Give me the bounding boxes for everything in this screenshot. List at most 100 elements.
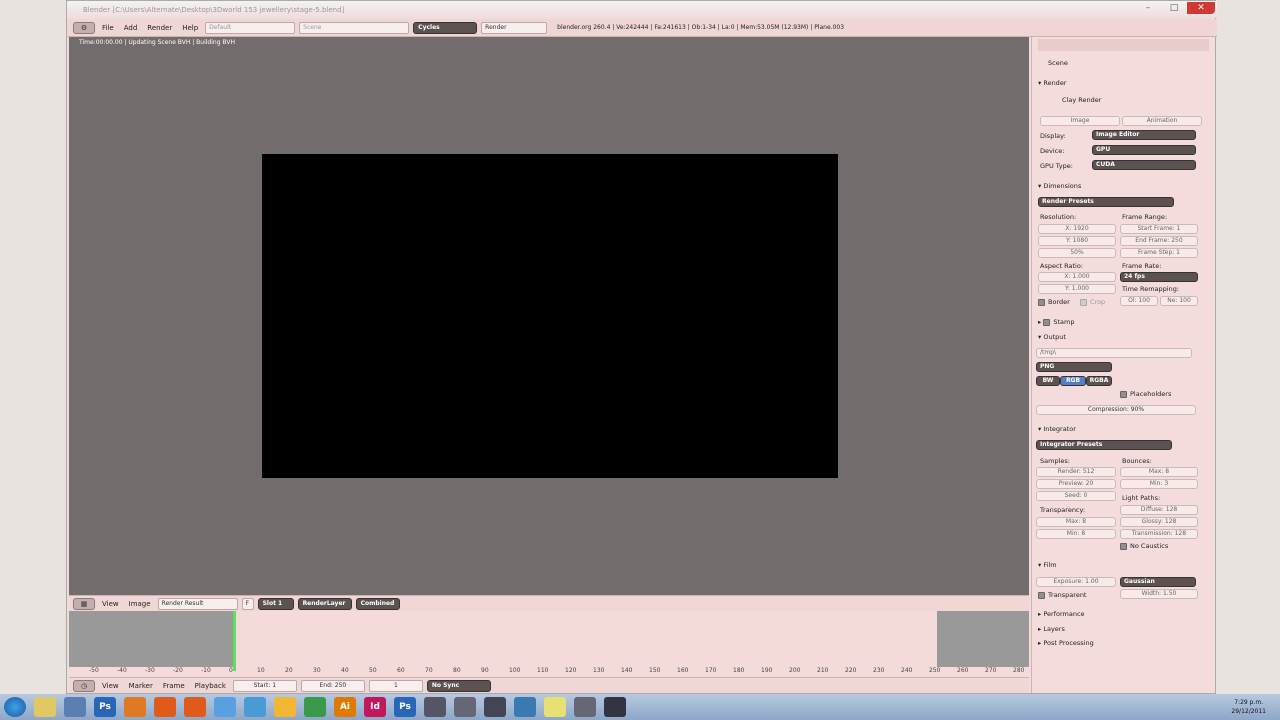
sync-dropdown[interactable]: No Sync (426, 679, 491, 692)
rgb-button[interactable]: RGB (1060, 376, 1086, 386)
bounces-max-field[interactable]: Max: 8 (1120, 467, 1198, 477)
render-panel-header[interactable]: ▾ Render (1038, 79, 1066, 87)
slot-dropdown[interactable]: Slot 1 (257, 597, 294, 610)
render-result-canvas[interactable] (262, 154, 838, 478)
menu-view[interactable]: View (99, 682, 122, 690)
indesign-icon[interactable]: Id (364, 697, 386, 717)
clay-render-label[interactable]: Clay Render (1062, 96, 1101, 104)
render-presets-dropdown[interactable]: Render Presets (1038, 197, 1174, 207)
start-frame-field[interactable]: Start: 1 (232, 679, 297, 692)
menu-playback[interactable]: Playback (192, 682, 229, 690)
aspect-x-field[interactable]: X: 1.000 (1038, 272, 1116, 282)
gpu-type-dropdown[interactable]: CUDA (1092, 160, 1196, 170)
border-checkbox[interactable]: Border (1038, 298, 1070, 306)
glossy-field[interactable]: Glossy: 128 (1120, 517, 1198, 527)
resolution-percent-field[interactable]: 50% (1038, 248, 1116, 258)
minimize-button[interactable]: – (1137, 2, 1159, 14)
blender-icon-2[interactable] (184, 697, 206, 717)
app-icon-2[interactable] (214, 697, 236, 717)
render-layer-dropdown[interactable]: RenderLayer (297, 597, 352, 610)
close-button[interactable]: ✕ (1187, 2, 1215, 14)
film-panel-header[interactable]: ▾ Film (1038, 561, 1057, 569)
timeline-area[interactable]: -50 -40 -30 -20 -10 0 10 20 30 40 50 60 70 80 90 100 110… (69, 611, 1029, 677)
menu-marker[interactable]: Marker (126, 682, 156, 690)
app-icon-5[interactable] (424, 697, 446, 717)
menu-view[interactable]: View (99, 600, 122, 608)
end-frame-field[interactable]: End: 250 (300, 679, 365, 692)
frame-step-field[interactable]: Frame Step: 1 (1120, 248, 1198, 258)
image-name-field[interactable]: Render Result (157, 597, 238, 610)
properties-context-tabs[interactable] (1038, 39, 1209, 51)
menu-image[interactable]: Image (126, 600, 154, 608)
unity-icon[interactable] (484, 697, 506, 717)
layers-panel-header[interactable]: ▸ Layers (1038, 625, 1065, 633)
integrator-panel-header[interactable]: ▾ Integrator (1038, 425, 1076, 433)
device-dropdown[interactable]: GPU (1092, 145, 1196, 155)
explorer-icon[interactable] (34, 697, 56, 717)
output-path-field[interactable]: /tmp\ (1036, 348, 1192, 358)
filter-width-field[interactable]: Width: 1.50 (1120, 589, 1198, 599)
resolution-y-field[interactable]: Y: 1080 (1038, 236, 1116, 246)
menu-render[interactable]: Render (144, 24, 175, 32)
editor-type-icon[interactable]: ▦ (73, 597, 95, 610)
app-icon-6[interactable] (454, 697, 476, 717)
display-dropdown[interactable]: Image Editor (1092, 130, 1196, 140)
chrome-icon[interactable] (304, 697, 326, 717)
render-image-button[interactable]: Image (1040, 116, 1120, 126)
remap-old-field[interactable]: Ol: 100 (1120, 296, 1158, 306)
current-frame-indicator[interactable] (233, 611, 236, 671)
app-icon-8[interactable] (544, 697, 566, 717)
rgba-button[interactable]: RGBA (1086, 376, 1112, 386)
system-clock[interactable]: 7:29 p.m. 29/12/2011 (1231, 698, 1266, 716)
render-animation-button[interactable]: Animation (1122, 116, 1202, 126)
app-icon-10[interactable] (604, 697, 626, 717)
remap-new-field[interactable]: Ne: 100 (1160, 296, 1198, 306)
transparency-min-field[interactable]: Min: 8 (1036, 529, 1116, 539)
bw-button[interactable]: BW (1036, 376, 1060, 386)
current-frame-field[interactable]: 1 (368, 679, 423, 692)
start-button[interactable] (4, 697, 26, 717)
menu-help[interactable]: Help (179, 24, 201, 32)
app-icon-4[interactable] (274, 697, 296, 717)
stamp-panel-header[interactable]: ▸ Stamp (1038, 318, 1074, 326)
editor-type-icon[interactable]: ⚙ (73, 21, 95, 34)
transparent-checkbox[interactable]: Transparent (1038, 591, 1086, 599)
integrator-presets-dropdown[interactable]: Integrator Presets (1036, 440, 1172, 450)
dimensions-panel-header[interactable]: ▾ Dimensions (1038, 182, 1081, 190)
app-icon-9[interactable] (574, 697, 596, 717)
diffuse-field[interactable]: Diffuse: 128 (1120, 505, 1198, 515)
maximize-button[interactable]: □ (1163, 2, 1185, 14)
performance-panel-header[interactable]: ▸ Performance (1038, 610, 1085, 618)
filter-type-dropdown[interactable]: Gaussian (1120, 577, 1196, 587)
app-icon-3[interactable] (244, 697, 266, 717)
illustrator-icon[interactable]: Ai (334, 697, 356, 717)
seed-field[interactable]: Seed: 0 (1036, 491, 1116, 501)
scene-field[interactable]: Scene (299, 21, 410, 34)
compression-slider[interactable]: Compression: 90% (1036, 405, 1196, 415)
menu-file[interactable]: File (99, 24, 117, 32)
preview-samples-field[interactable]: Preview: 20 (1036, 479, 1116, 489)
render-engine-dropdown[interactable]: Cycles (413, 21, 478, 34)
output-panel-header[interactable]: ▾ Output (1038, 333, 1066, 341)
render-samples-field[interactable]: Render: 512 (1036, 467, 1116, 477)
pass-dropdown[interactable]: Combined (355, 597, 400, 610)
blender-icon[interactable] (154, 697, 176, 717)
app-icon[interactable] (64, 697, 86, 717)
exposure-field[interactable]: Exposure: 1.00 (1036, 577, 1116, 587)
end-frame-field[interactable]: End Frame: 250 (1120, 236, 1198, 246)
editor-type-icon[interactable]: ◷ (73, 679, 95, 692)
aspect-y-field[interactable]: Y: 1.000 (1038, 284, 1116, 294)
image-editor-viewport[interactable]: Time:00:00.00 | Updating Scene BVH | Bui… (69, 37, 1029, 595)
transparency-max-field[interactable]: Max: 8 (1036, 517, 1116, 527)
start-frame-field[interactable]: Start Frame: 1 (1120, 224, 1198, 234)
bounces-min-field[interactable]: Min: 3 (1120, 479, 1198, 489)
firefox-icon[interactable] (124, 697, 146, 717)
file-format-dropdown[interactable]: PNG (1036, 362, 1112, 372)
no-caustics-checkbox[interactable]: No Caustics (1120, 542, 1168, 550)
screen-layout-field[interactable]: Default (205, 21, 296, 34)
menu-frame[interactable]: Frame (160, 682, 188, 690)
menu-add[interactable]: Add (121, 24, 141, 32)
resolution-x-field[interactable]: X: 1920 (1038, 224, 1116, 234)
crop-checkbox[interactable]: Crop (1080, 298, 1105, 306)
photoshop-icon[interactable]: Ps (94, 697, 116, 717)
